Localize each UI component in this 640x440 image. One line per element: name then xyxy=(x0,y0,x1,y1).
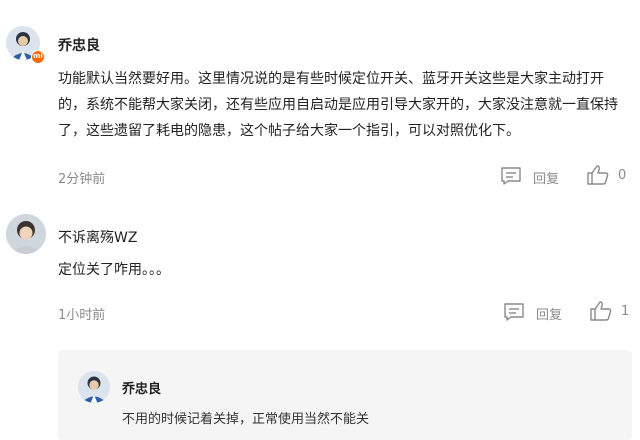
username[interactable]: 不诉离殇WZ xyxy=(58,227,137,247)
nested-reply-text: 不用的时候记着关掉，正常使用当然不能关 xyxy=(122,412,370,427)
comment-text: 功能默认当然要好用。这里情况说的是有些时候定位开关、蓝牙开关这些是大家主动打开的… xyxy=(58,71,618,139)
timestamp: 1小时前 xyxy=(58,308,106,323)
like-count: 0 xyxy=(618,168,627,183)
mi-badge-icon: mi xyxy=(31,50,45,64)
reply-icon[interactable] xyxy=(500,166,522,186)
reply-button[interactable]: 回复 xyxy=(533,168,559,187)
username[interactable]: 乔忠良 xyxy=(58,35,100,55)
avatar[interactable] xyxy=(6,214,46,254)
reply-icon[interactable] xyxy=(503,302,525,322)
thumbs-up-icon[interactable] xyxy=(589,300,613,322)
comment-text: 定位关了咋用。。。 xyxy=(58,262,170,278)
like-count: 1 xyxy=(621,304,630,319)
comment-item: 不诉离殇WZ 定位关了咋用。。。 1小时前 回复 1 xyxy=(0,200,640,340)
reply-button[interactable]: 回复 xyxy=(536,304,562,323)
thumbs-up-icon[interactable] xyxy=(586,164,610,186)
nested-username[interactable]: 乔忠良 xyxy=(122,378,161,397)
timestamp: 2分钟前 xyxy=(58,172,106,187)
avatar[interactable] xyxy=(78,371,110,403)
comment-item: mi 乔忠良 功能默认当然要好用。这里情况说的是有些时候定位开关、蓝牙开关这些是… xyxy=(0,0,640,200)
